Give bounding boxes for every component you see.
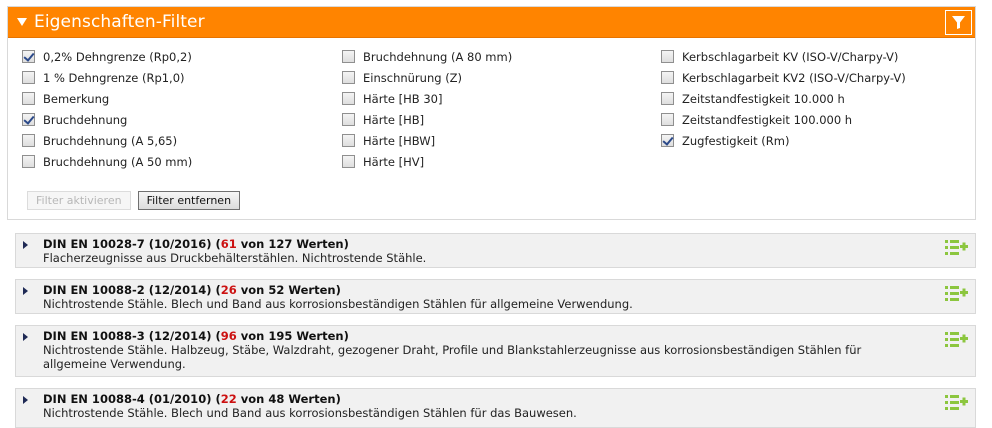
- filter-option-label: Härte [HV]: [363, 154, 425, 169]
- filter-option-label: 0,2% Dehngrenze (Rp0,2): [43, 49, 192, 64]
- filter-button-row: Filter aktivieren Filter entfernen: [27, 191, 241, 210]
- list-add-icon[interactable]: [945, 285, 969, 303]
- checkbox[interactable]: [22, 134, 35, 147]
- funnel-icon: [952, 16, 965, 29]
- filter-option[interactable]: Einschnürung (Z): [342, 67, 512, 88]
- filter-option-label: Zeitstandfestigkeit 10.000 h: [682, 91, 845, 106]
- result-item[interactable]: DIN EN 10088-4 (01/2010) (22 von 48 Wert…: [15, 388, 976, 428]
- filter-option-label: Bruchdehnung (A 50 mm): [43, 154, 193, 169]
- filter-option[interactable]: Bruchdehnung (A 50 mm): [22, 151, 192, 172]
- filter-option-label: Kerbschlagarbeit KV (ISO-V/Charpy-V): [682, 49, 899, 64]
- triangle-right-icon[interactable]: [23, 287, 28, 295]
- filter-option[interactable]: Bemerkung: [22, 88, 192, 109]
- checkbox[interactable]: [661, 50, 674, 63]
- result-description: Flacherzeugnisse aus Druckbehälterstähle…: [43, 251, 427, 265]
- result-title[interactable]: DIN EN 10088-4 (01/2010) (22 von 48 Wert…: [43, 392, 341, 406]
- checkbox[interactable]: [342, 71, 355, 84]
- result-count: 22: [220, 392, 237, 406]
- checkbox[interactable]: [342, 50, 355, 63]
- filter-option[interactable]: Härte [HB 30]: [342, 88, 512, 109]
- filter-option[interactable]: 1 % Dehngrenze (Rp1,0): [22, 67, 192, 88]
- filter-option-label: Einschnürung (Z): [363, 70, 463, 85]
- result-title[interactable]: DIN EN 10088-2 (12/2014) (26 von 52 Wert…: [43, 283, 341, 297]
- filter-option-label: Bruchdehnung: [43, 112, 128, 127]
- checkbox[interactable]: [661, 71, 674, 84]
- result-item[interactable]: DIN EN 10088-3 (12/2014) (96 von 195 Wer…: [15, 325, 976, 377]
- checkbox[interactable]: [342, 155, 355, 168]
- checkbox[interactable]: [342, 92, 355, 105]
- filter-option-label: Härte [HBW]: [363, 133, 436, 148]
- filter-option-label: Bemerkung: [43, 91, 110, 106]
- result-title[interactable]: DIN EN 10028-7 (10/2016) (61 von 127 Wer…: [43, 237, 349, 251]
- filter-option[interactable]: Bruchdehnung: [22, 109, 192, 130]
- filter-column-2: Bruchdehnung (A 80 mm) Einschnürung (Z) …: [342, 46, 512, 172]
- result-item[interactable]: DIN EN 10088-2 (12/2014) (26 von 52 Wert…: [15, 279, 976, 314]
- filter-option[interactable]: 0,2% Dehngrenze (Rp0,2): [22, 46, 192, 67]
- filter-option[interactable]: Kerbschlagarbeit KV (ISO-V/Charpy-V): [661, 46, 906, 67]
- panel-header[interactable]: Eigenschaften-Filter: [8, 7, 975, 38]
- properties-filter-panel: Eigenschaften-Filter 0,2% Dehngrenze (Rp…: [7, 6, 976, 220]
- filter-option-label: Härte [HB 30]: [363, 91, 443, 106]
- result-description: Nichtrostende Stähle. Blech und Band aus…: [43, 297, 633, 311]
- checkbox[interactable]: [661, 92, 674, 105]
- checkbox[interactable]: [22, 113, 35, 126]
- result-description: Nichtrostende Stähle. Halbzeug, Stäbe, W…: [43, 343, 862, 371]
- checkbox[interactable]: [22, 71, 35, 84]
- checkbox[interactable]: [661, 113, 674, 126]
- list-add-icon[interactable]: [945, 394, 969, 412]
- filter-option-label: Kerbschlagarbeit KV2 (ISO-V/Charpy-V): [682, 70, 906, 85]
- filter-option-label: Zugfestigkeit (Rm): [682, 133, 790, 148]
- filter-option-label: 1 % Dehngrenze (Rp1,0): [43, 70, 185, 85]
- filter-option-label: Bruchdehnung (A 5,65): [43, 133, 178, 148]
- filter-option-label: Zeitstandfestigkeit 100.000 h: [682, 112, 853, 127]
- filter-option[interactable]: Zeitstandfestigkeit 10.000 h: [661, 88, 906, 109]
- triangle-right-icon[interactable]: [23, 241, 28, 249]
- filter-column-1: 0,2% Dehngrenze (Rp0,2) 1 % Dehngrenze (…: [22, 46, 192, 172]
- filter-option-label: Bruchdehnung (A 80 mm): [363, 49, 513, 64]
- remove-filter-button[interactable]: Filter entfernen: [137, 191, 241, 210]
- filter-option[interactable]: Zugfestigkeit (Rm): [661, 130, 906, 151]
- filter-option[interactable]: Härte [HB]: [342, 109, 512, 130]
- activate-filter-button[interactable]: Filter aktivieren: [27, 191, 131, 210]
- filter-column-3: Kerbschlagarbeit KV (ISO-V/Charpy-V) Ker…: [661, 46, 906, 151]
- filter-option[interactable]: Bruchdehnung (A 5,65): [22, 130, 192, 151]
- triangle-right-icon[interactable]: [23, 333, 28, 341]
- result-description: Nichtrostende Stähle. Blech und Band aus…: [43, 406, 577, 420]
- filter-option-label: Härte [HB]: [363, 112, 425, 127]
- list-add-icon[interactable]: [945, 331, 969, 349]
- checkbox[interactable]: [342, 134, 355, 147]
- filter-option[interactable]: Bruchdehnung (A 80 mm): [342, 46, 512, 67]
- checkbox[interactable]: [22, 155, 35, 168]
- result-count: 61: [220, 237, 237, 251]
- filter-option[interactable]: Härte [HBW]: [342, 130, 512, 151]
- checkbox[interactable]: [22, 50, 35, 63]
- checkbox[interactable]: [22, 92, 35, 105]
- filter-option[interactable]: Härte [HV]: [342, 151, 512, 172]
- list-add-icon[interactable]: [945, 239, 969, 257]
- filter-button[interactable]: [945, 10, 972, 35]
- checkbox[interactable]: [342, 113, 355, 126]
- panel-title: Eigenschaften-Filter: [34, 12, 205, 32]
- filter-option[interactable]: Zeitstandfestigkeit 100.000 h: [661, 109, 906, 130]
- triangle-down-icon[interactable]: [17, 18, 27, 26]
- result-count: 96: [220, 329, 237, 343]
- result-item[interactable]: DIN EN 10028-7 (10/2016) (61 von 127 Wer…: [15, 233, 976, 268]
- result-title[interactable]: DIN EN 10088-3 (12/2014) (96 von 195 Wer…: [43, 329, 349, 343]
- result-count: 26: [220, 283, 237, 297]
- checkbox[interactable]: [661, 134, 674, 147]
- triangle-right-icon[interactable]: [23, 396, 28, 404]
- filter-option[interactable]: Kerbschlagarbeit KV2 (ISO-V/Charpy-V): [661, 67, 906, 88]
